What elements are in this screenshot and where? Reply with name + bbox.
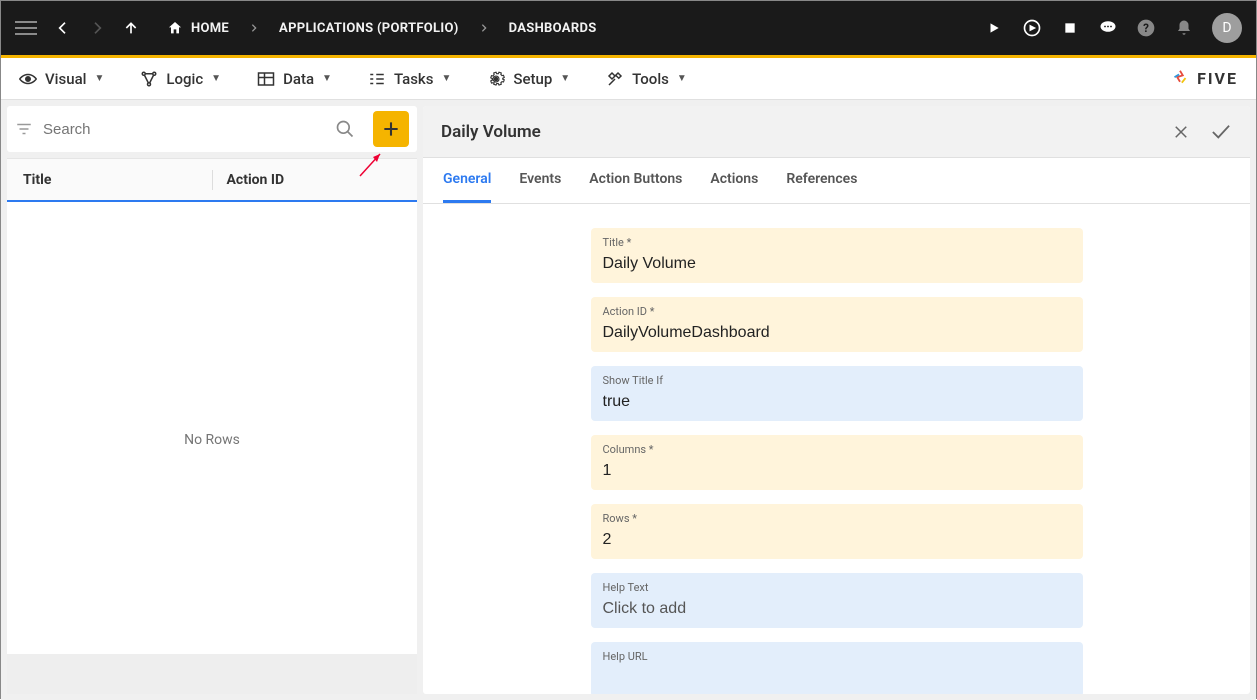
column-divider [212, 170, 213, 190]
breadcrumb: HOME APPLICATIONS (PORTFOLIO) DASHBOARDS [167, 20, 597, 36]
menu-tools[interactable]: Tools ▼ [606, 70, 687, 88]
caret-down-icon: ▼ [94, 73, 104, 84]
nav-up-icon[interactable] [123, 20, 139, 36]
tab-events[interactable]: Events [519, 158, 561, 203]
field-help-text[interactable]: Help Text [591, 573, 1083, 628]
brand-logo: FIVE [1169, 68, 1238, 90]
chevron-right-icon [479, 23, 489, 33]
debug-icon[interactable] [1022, 18, 1042, 38]
tasks-icon [368, 70, 386, 88]
logic-icon [140, 70, 158, 88]
eye-icon [19, 70, 37, 88]
table-icon [257, 70, 275, 88]
tab-action-buttons[interactable]: Action Buttons [589, 158, 682, 203]
chevron-right-icon [249, 23, 259, 33]
breadcrumb-dashboards[interactable]: DASHBOARDS [509, 21, 597, 36]
empty-state-text: No Rows [184, 432, 240, 448]
caret-down-icon: ▼ [677, 73, 687, 84]
list-footer [7, 654, 417, 694]
field-columns[interactable]: Columns * [591, 435, 1083, 490]
gear-icon [487, 70, 505, 88]
close-icon[interactable] [1170, 121, 1192, 143]
filter-icon[interactable] [15, 122, 37, 136]
caret-down-icon: ▼ [211, 73, 221, 84]
title-input[interactable] [603, 255, 1071, 273]
columns-input[interactable] [603, 462, 1071, 480]
menu-logic[interactable]: Logic ▼ [140, 70, 221, 88]
field-title[interactable]: Title * [591, 228, 1083, 283]
tab-general[interactable]: General [443, 158, 491, 203]
list-column-actionid[interactable]: Action ID [227, 172, 402, 188]
list-body: No Rows [7, 202, 417, 654]
add-button[interactable] [373, 111, 409, 147]
menu-tasks[interactable]: Tasks ▼ [368, 70, 451, 88]
svg-text:?: ? [1143, 21, 1149, 35]
page-title: Daily Volume [441, 122, 541, 142]
menu-setup[interactable]: Setup ▼ [487, 70, 570, 88]
field-show-title-if[interactable]: Show Title If [591, 366, 1083, 421]
caret-down-icon: ▼ [322, 73, 332, 84]
avatar[interactable]: D [1212, 13, 1242, 43]
caret-down-icon: ▼ [441, 73, 451, 84]
menu-visual[interactable]: Visual ▼ [19, 70, 104, 88]
field-rows[interactable]: Rows * [591, 504, 1083, 559]
help-text-input[interactable] [603, 600, 1071, 618]
stop-icon[interactable] [1060, 18, 1080, 38]
bell-icon[interactable] [1174, 18, 1194, 38]
help-icon[interactable]: ? [1136, 18, 1156, 38]
caret-down-icon: ▼ [560, 73, 570, 84]
tab-actions[interactable]: Actions [710, 158, 758, 203]
nav-back-icon[interactable] [55, 20, 71, 36]
menu-hamburger[interactable] [15, 17, 37, 39]
rows-input[interactable] [603, 531, 1071, 549]
list-column-title[interactable]: Title [23, 172, 198, 188]
nav-forward-icon [89, 20, 105, 36]
search-icon[interactable] [335, 119, 363, 139]
field-action-id[interactable]: Action ID * [591, 297, 1083, 352]
breadcrumb-apps[interactable]: APPLICATIONS (PORTFOLIO) [279, 21, 459, 36]
action-id-input[interactable] [603, 324, 1071, 342]
list-header: Title Action ID [7, 158, 417, 202]
confirm-icon[interactable] [1210, 121, 1232, 143]
search-input[interactable] [43, 121, 329, 138]
menu-data[interactable]: Data ▼ [257, 70, 332, 88]
tools-icon [606, 70, 624, 88]
breadcrumb-home[interactable]: HOME [167, 20, 229, 36]
chat-icon[interactable] [1098, 18, 1118, 38]
field-help-url[interactable]: Help URL [591, 642, 1083, 694]
play-icon[interactable] [984, 18, 1004, 38]
tab-references[interactable]: References [786, 158, 857, 203]
show-title-if-input[interactable] [603, 393, 1071, 411]
help-url-input[interactable] [603, 669, 1071, 687]
